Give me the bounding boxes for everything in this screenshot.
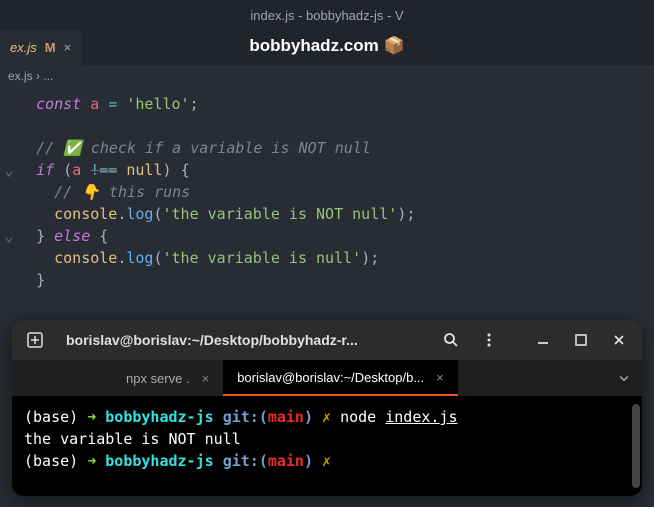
minimize-button[interactable] <box>528 325 558 355</box>
terminal-tabs: npx serve . × borislav@borislav:~/Deskto… <box>12 360 642 396</box>
code-line: // 👇 this runs <box>0 181 654 203</box>
editor-tabs: ex.js M × bobbyhadz.com 📦 <box>0 30 654 65</box>
minimize-icon <box>535 332 551 348</box>
code-line: // ✅ check if a variable is NOT null <box>0 137 654 159</box>
breadcrumb[interactable]: ex.js › ... <box>0 65 654 87</box>
window-title: index.js - bobbyhadz-js - V <box>250 8 403 23</box>
new-tab-button[interactable] <box>20 325 50 355</box>
close-button[interactable] <box>604 325 634 355</box>
fold-icon[interactable]: ⌄ <box>0 225 18 247</box>
window-title-bar: index.js - bobbyhadz-js - V <box>0 0 654 30</box>
terminal-line: (base) ➜ bobbyhadz-js git:(main) ✗ node … <box>24 406 630 428</box>
chevron-down-icon <box>618 372 630 384</box>
plus-square-icon <box>27 332 43 348</box>
close-icon[interactable]: × <box>64 40 72 55</box>
search-icon <box>443 332 459 348</box>
editor-tab-indexjs[interactable]: ex.js M × <box>0 30 81 65</box>
terminal-window: borislav@borislav:~/Desktop/bobbyhadz-r.… <box>12 320 642 496</box>
close-icon[interactable]: × <box>436 370 444 385</box>
brand-watermark: bobbyhadz.com 📦 <box>249 36 404 56</box>
terminal-line: (base) ➜ bobbyhadz-js git:(main) ✗ <box>24 450 630 472</box>
kebab-icon <box>481 332 497 348</box>
code-line: ⌄ } else { <box>0 225 654 247</box>
code-line <box>0 115 654 137</box>
code-editor[interactable]: const a = 'hello'; // ✅ check if a varia… <box>0 87 654 303</box>
code-line: console.log('the variable is NOT null'); <box>0 203 654 225</box>
search-button[interactable] <box>436 325 466 355</box>
fold-icon[interactable]: ⌄ <box>0 159 18 181</box>
code-line: } <box>0 269 654 291</box>
terminal-output[interactable]: (base) ➜ bobbyhadz-js git:(main) ✗ node … <box>12 396 642 496</box>
terminal-header: borislav@borislav:~/Desktop/bobbyhadz-r.… <box>12 320 642 360</box>
tab-filename: ex.js <box>10 40 37 55</box>
close-icon <box>611 332 627 348</box>
tab-modified-indicator: M <box>45 40 56 55</box>
close-icon[interactable]: × <box>202 371 210 386</box>
terminal-tab-shell[interactable]: borislav@borislav:~/Desktop/b... × <box>223 360 458 396</box>
menu-button[interactable] <box>474 325 504 355</box>
terminal-tab-serve[interactable]: npx serve . × <box>112 360 223 396</box>
maximize-button[interactable] <box>566 325 596 355</box>
terminal-line: the variable is NOT null <box>24 428 630 450</box>
tab-dropdown[interactable] <box>606 360 642 396</box>
code-line: ⌄ if (a !== null) { <box>0 159 654 181</box>
scrollbar[interactable] <box>632 404 640 488</box>
maximize-icon <box>573 332 589 348</box>
code-line: console.log('the variable is null'); <box>0 247 654 269</box>
code-line: const a = 'hello'; <box>0 93 654 115</box>
terminal-title: borislav@borislav:~/Desktop/bobbyhadz-r.… <box>58 332 428 348</box>
